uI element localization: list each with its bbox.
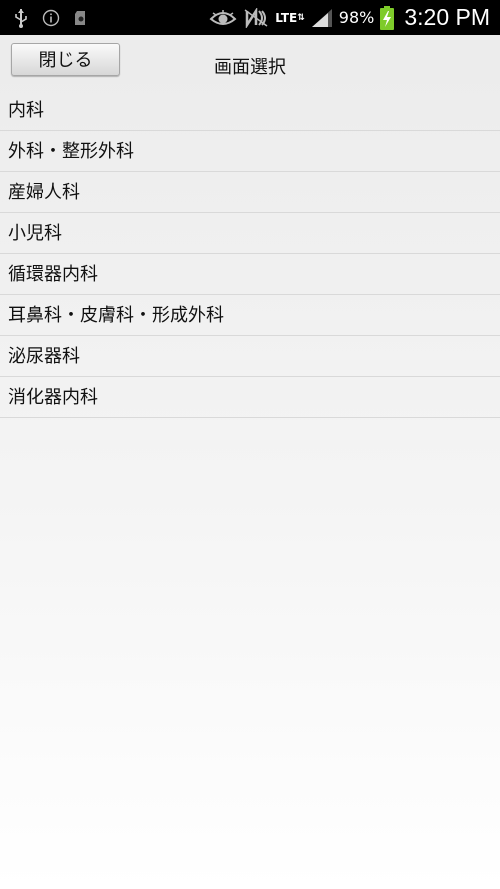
list-item-obstetrics-gynecology[interactable]: 産婦人科	[0, 172, 500, 213]
list-item-gastroenterology[interactable]: 消化器内科	[0, 377, 500, 418]
page-title: 画面選択	[214, 57, 286, 78]
info-icon	[42, 9, 60, 27]
nfc-icon	[243, 7, 269, 28]
sd-card-icon	[74, 10, 88, 26]
status-bar: LTE ⇅ 98% 3:20 PM	[0, 0, 500, 35]
list-item-internal-medicine[interactable]: 内科	[0, 90, 500, 131]
network-type: LTE	[275, 10, 298, 25]
header: 閉じる 画面選択	[0, 35, 500, 90]
battery-percentage: 98%	[338, 8, 375, 27]
usb-icon	[14, 8, 28, 28]
list-item-urology[interactable]: 泌尿器科	[0, 336, 500, 377]
list-item-ent-dermatology-plastic[interactable]: 耳鼻科・皮膚科・形成外科	[0, 295, 500, 336]
list-item-surgery-orthopedics[interactable]: 外科・整形外科	[0, 131, 500, 172]
list-item-cardiology[interactable]: 循環器内科	[0, 254, 500, 295]
list-item-pediatrics[interactable]: 小児科	[0, 213, 500, 254]
signal-icon	[311, 8, 333, 28]
battery-charging-icon	[380, 5, 395, 30]
clock: 3:20 PM	[404, 4, 490, 30]
eye-icon	[209, 9, 237, 27]
department-list: 内科 外科・整形外科 産婦人科 小児科 循環器内科 耳鼻科・皮膚科・形成外科 泌…	[0, 90, 500, 418]
lte-icon: LTE ⇅	[275, 10, 305, 25]
